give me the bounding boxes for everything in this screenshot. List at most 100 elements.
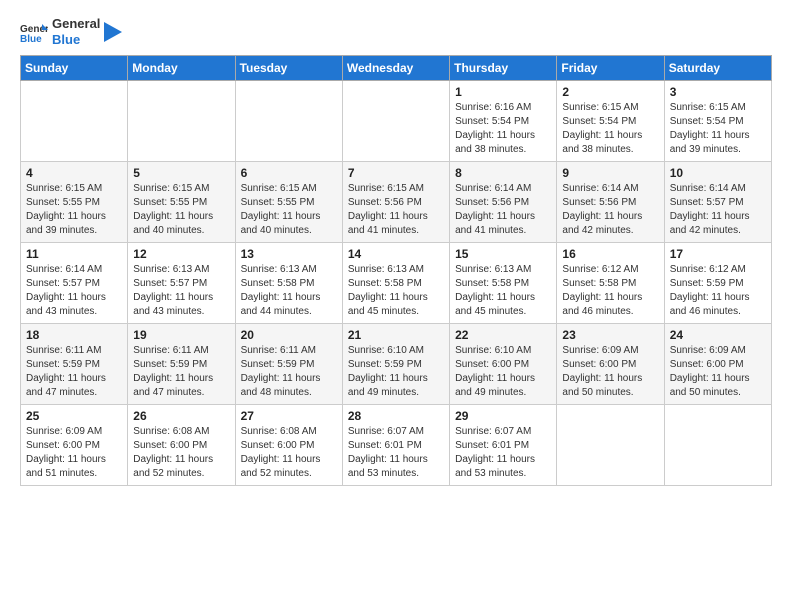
day-info: Sunrise: 6:13 AM Sunset: 5:58 PM Dayligh… (348, 263, 444, 319)
day-number: 1 (455, 85, 551, 99)
calendar-cell: 28 Sunrise: 6:07 AM Sunset: 6:01 PM Dayli… (342, 405, 449, 486)
calendar-cell: 5 Sunrise: 6:15 AM Sunset: 5:55 PM Daylig… (128, 162, 235, 243)
day-number: 19 (133, 328, 229, 342)
calendar-cell: 23 Sunrise: 6:09 AM Sunset: 6:00 PM Dayli… (557, 324, 664, 405)
calendar-cell: 29 Sunrise: 6:07 AM Sunset: 6:01 PM Dayli… (450, 405, 557, 486)
calendar-cell: 13 Sunrise: 6:13 AM Sunset: 5:58 PM Dayli… (235, 243, 342, 324)
calendar-cell: 1 Sunrise: 6:16 AM Sunset: 5:54 PM Daylig… (450, 81, 557, 162)
day-info: Sunrise: 6:10 AM Sunset: 6:00 PM Dayligh… (455, 344, 551, 400)
calendar-cell: 21Sunrise: 6:10 AM Sunset: 5:59 PM Dayli… (342, 324, 449, 405)
day-info: Sunrise: 6:14 AM Sunset: 5:57 PM Dayligh… (26, 263, 122, 319)
day-info: Sunrise: 6:11 AM Sunset: 5:59 PM Dayligh… (26, 344, 122, 400)
calendar-cell (342, 81, 449, 162)
day-info: Sunrise: 6:13 AM Sunset: 5:58 PM Dayligh… (241, 263, 337, 319)
day-number: 14 (348, 247, 444, 261)
calendar-cell: 12 Sunrise: 6:13 AM Sunset: 5:57 PM Dayli… (128, 243, 235, 324)
calendar-cell: 2 Sunrise: 6:15 AM Sunset: 5:54 PM Daylig… (557, 81, 664, 162)
day-header-tuesday: Tuesday (235, 56, 342, 81)
day-info: Sunrise: 6:12 AM Sunset: 5:58 PM Dayligh… (562, 263, 658, 319)
calendar-cell (664, 405, 771, 486)
calendar-cell: 20 Sunrise: 6:11 AM Sunset: 5:59 PM Dayli… (235, 324, 342, 405)
day-info: Sunrise: 6:07 AM Sunset: 6:01 PM Dayligh… (455, 425, 551, 481)
day-header-friday: Friday (557, 56, 664, 81)
calendar-cell: 7Sunrise: 6:15 AM Sunset: 5:56 PM Daylig… (342, 162, 449, 243)
calendar-cell: 9 Sunrise: 6:14 AM Sunset: 5:56 PM Daylig… (557, 162, 664, 243)
calendar-cell: 4Sunrise: 6:15 AM Sunset: 5:55 PM Daylig… (21, 162, 128, 243)
day-header-wednesday: Wednesday (342, 56, 449, 81)
logo-text: General Blue (52, 16, 100, 47)
day-info: Sunrise: 6:13 AM Sunset: 5:58 PM Dayligh… (455, 263, 551, 319)
day-number: 12 (133, 247, 229, 261)
day-number: 17 (670, 247, 766, 261)
day-number: 13 (241, 247, 337, 261)
day-number: 6 (241, 166, 337, 180)
day-number: 2 (562, 85, 658, 99)
day-info: Sunrise: 6:16 AM Sunset: 5:54 PM Dayligh… (455, 101, 551, 157)
calendar-cell: 11 Sunrise: 6:14 AM Sunset: 5:57 PM Dayli… (21, 243, 128, 324)
day-header-thursday: Thursday (450, 56, 557, 81)
day-info: Sunrise: 6:09 AM Sunset: 6:00 PM Dayligh… (562, 344, 658, 400)
logo-icon: General Blue (20, 18, 48, 46)
calendar-cell: 27 Sunrise: 6:08 AM Sunset: 6:00 PM Dayli… (235, 405, 342, 486)
day-info: Sunrise: 6:14 AM Sunset: 5:56 PM Dayligh… (455, 182, 551, 238)
day-info: Sunrise: 6:15 AM Sunset: 5:54 PM Dayligh… (670, 101, 766, 157)
calendar-week-row: 25Sunrise: 6:09 AM Sunset: 6:00 PM Dayli… (21, 405, 772, 486)
calendar-table: SundayMondayTuesdayWednesdayThursdayFrid… (20, 55, 772, 486)
calendar-body: 1 Sunrise: 6:16 AM Sunset: 5:54 PM Daylig… (21, 81, 772, 486)
day-info: Sunrise: 6:14 AM Sunset: 5:57 PM Dayligh… (670, 182, 766, 238)
calendar-cell: 16 Sunrise: 6:12 AM Sunset: 5:58 PM Dayli… (557, 243, 664, 324)
day-number: 23 (562, 328, 658, 342)
day-number: 9 (562, 166, 658, 180)
day-info: Sunrise: 6:11 AM Sunset: 5:59 PM Dayligh… (241, 344, 337, 400)
day-info: Sunrise: 6:07 AM Sunset: 6:01 PM Dayligh… (348, 425, 444, 481)
day-number: 4 (26, 166, 122, 180)
day-info: Sunrise: 6:15 AM Sunset: 5:55 PM Dayligh… (133, 182, 229, 238)
day-info: Sunrise: 6:09 AM Sunset: 6:00 PM Dayligh… (26, 425, 122, 481)
calendar-cell: 26 Sunrise: 6:08 AM Sunset: 6:00 PM Dayli… (128, 405, 235, 486)
svg-text:Blue: Blue (20, 34, 42, 45)
day-info: Sunrise: 6:08 AM Sunset: 6:00 PM Dayligh… (241, 425, 337, 481)
logo-general: General (52, 16, 100, 32)
day-number: 28 (348, 409, 444, 423)
day-number: 29 (455, 409, 551, 423)
day-info: Sunrise: 6:10 AM Sunset: 5:59 PM Dayligh… (348, 344, 444, 400)
day-number: 11 (26, 247, 122, 261)
calendar-cell: 6 Sunrise: 6:15 AM Sunset: 5:55 PM Daylig… (235, 162, 342, 243)
day-number: 24 (670, 328, 766, 342)
calendar-week-row: 4 Sunrise: 6:15 AM Sunset: 5:55 PM Daylig… (21, 162, 772, 243)
day-info: Sunrise: 6:09 AM Sunset: 6:00 PM Dayligh… (670, 344, 766, 400)
calendar-cell: 19Sunrise: 6:11 AM Sunset: 5:59 PM Dayli… (128, 324, 235, 405)
calendar-header-row: SundayMondayTuesdayWednesdayThursdayFrid… (21, 56, 772, 81)
day-header-monday: Monday (128, 56, 235, 81)
day-number: 26 (133, 409, 229, 423)
day-number: 10 (670, 166, 766, 180)
day-number: 27 (241, 409, 337, 423)
calendar-cell: 25Sunrise: 6:09 AM Sunset: 6:00 PM Dayli… (21, 405, 128, 486)
calendar-cell (128, 81, 235, 162)
day-info: Sunrise: 6:14 AM Sunset: 5:56 PM Dayligh… (562, 182, 658, 238)
day-info: Sunrise: 6:13 AM Sunset: 5:57 PM Dayligh… (133, 263, 229, 319)
calendar-cell (235, 81, 342, 162)
day-number: 20 (241, 328, 337, 342)
day-info: Sunrise: 6:15 AM Sunset: 5:54 PM Dayligh… (562, 101, 658, 157)
calendar-cell: 14 Sunrise: 6:13 AM Sunset: 5:58 PM Dayli… (342, 243, 449, 324)
calendar-cell: 22Sunrise: 6:10 AM Sunset: 6:00 PM Dayli… (450, 324, 557, 405)
day-number: 3 (670, 85, 766, 99)
day-number: 16 (562, 247, 658, 261)
day-info: Sunrise: 6:15 AM Sunset: 5:56 PM Dayligh… (348, 182, 444, 238)
calendar-cell: 10 Sunrise: 6:14 AM Sunset: 5:57 PM Dayli… (664, 162, 771, 243)
calendar-week-row: 11 Sunrise: 6:14 AM Sunset: 5:57 PM Dayli… (21, 243, 772, 324)
day-number: 5 (133, 166, 229, 180)
calendar-week-row: 1 Sunrise: 6:16 AM Sunset: 5:54 PM Daylig… (21, 81, 772, 162)
logo: General Blue General Blue (20, 16, 122, 47)
day-number: 8 (455, 166, 551, 180)
day-info: Sunrise: 6:15 AM Sunset: 5:55 PM Dayligh… (241, 182, 337, 238)
calendar-week-row: 18Sunrise: 6:11 AM Sunset: 5:59 PM Dayli… (21, 324, 772, 405)
logo-arrow-icon (104, 22, 122, 42)
day-info: Sunrise: 6:12 AM Sunset: 5:59 PM Dayligh… (670, 263, 766, 319)
day-info: Sunrise: 6:08 AM Sunset: 6:00 PM Dayligh… (133, 425, 229, 481)
header: General Blue General Blue (20, 16, 772, 47)
calendar-cell: 3 Sunrise: 6:15 AM Sunset: 5:54 PM Daylig… (664, 81, 771, 162)
calendar-cell (21, 81, 128, 162)
calendar-cell (557, 405, 664, 486)
